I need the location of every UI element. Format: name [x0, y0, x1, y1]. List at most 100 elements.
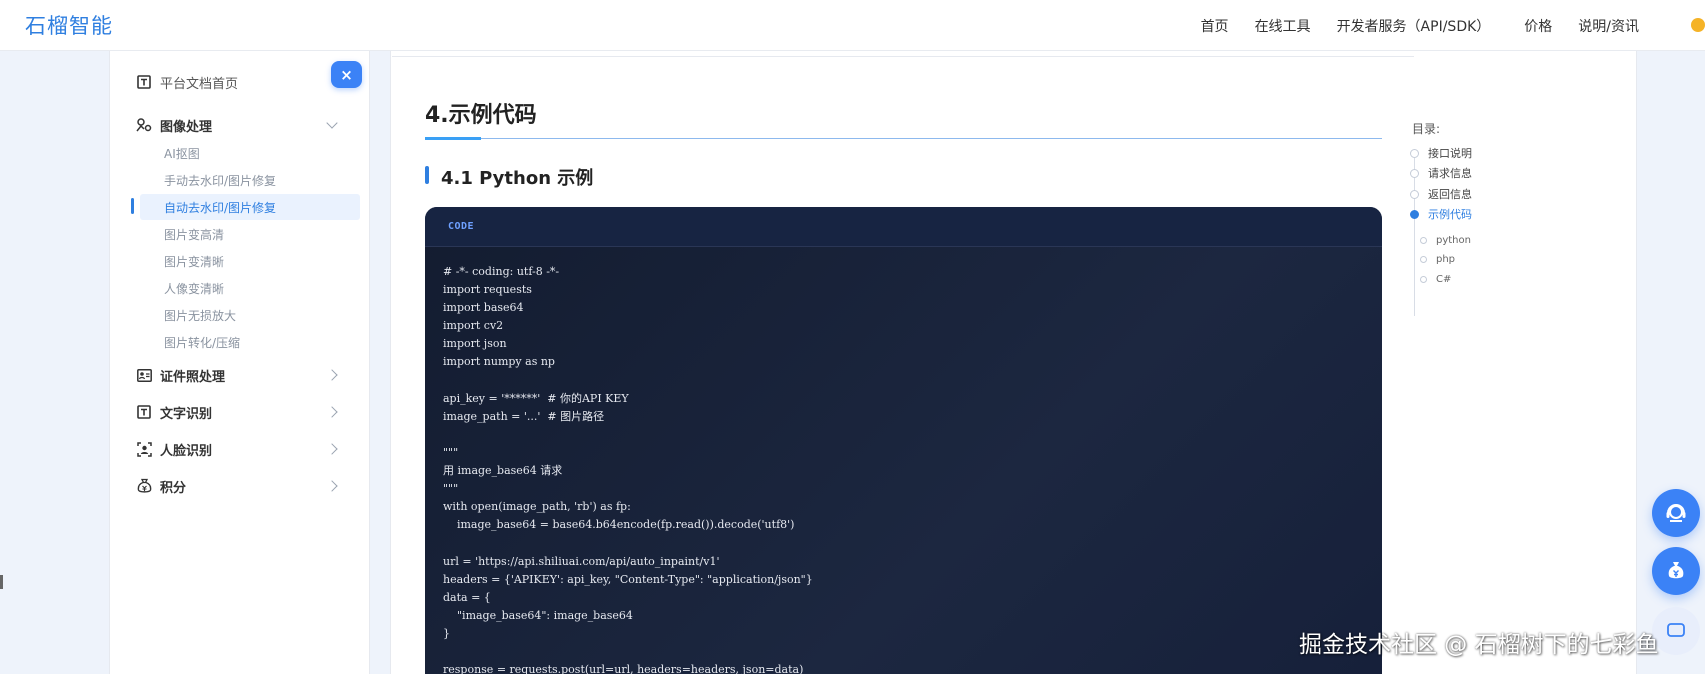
code-line: image_base64 = base64.b64encode(fp.read(… [443, 518, 795, 532]
nav-online-tools[interactable]: 在线工具 [1255, 16, 1311, 36]
code-line: """ [443, 445, 459, 459]
sidebar-group-ocr[interactable]: 文字识别 [110, 398, 371, 426]
section-underline [425, 138, 1382, 139]
active-item-indicator [131, 198, 134, 214]
toc-sub-php[interactable]: php [1420, 251, 1456, 267]
code-line: import cv2 [443, 319, 504, 333]
toc-item-label: 请求信息 [1428, 167, 1472, 180]
subsection-marker [425, 166, 429, 184]
code-line: "image_base64": image_base64 [443, 608, 633, 622]
recharge-button[interactable] [1652, 547, 1700, 595]
code-line: # -*- coding: utf-8 -*- [443, 265, 560, 278]
docs-sidebar: × 平台文档首页 图像处理 AI抠图 手动去水印/图片修复 自动去水印/图片修复… [109, 51, 370, 674]
sidebar-group-face[interactable]: 人脸识别 [110, 435, 371, 463]
code-language-tag: CODE [448, 221, 475, 232]
sidebar-sub-ai-cutout[interactable]: AI抠图 [140, 140, 360, 166]
code-line: with open(image_path, 'rb') as fp: [443, 500, 631, 514]
brand-logo[interactable]: 石榴智能 [25, 10, 113, 40]
code-line: } [443, 626, 450, 640]
section-title: 4.示例代码 [425, 103, 537, 128]
toc-dot-icon [1420, 236, 1427, 244]
money-bag-icon [136, 478, 152, 494]
toc-dot-icon [1410, 209, 1419, 219]
code-text[interactable]: # -*- coding: utf-8 -*- import requests im… [425, 247, 1382, 674]
money-bag-icon [1668, 562, 1684, 579]
sidebar-group-image-label: 图像处理 [160, 119, 213, 135]
toc-dot-icon [1420, 255, 1427, 263]
page-edge-mark [0, 575, 3, 589]
chat-icon [1667, 623, 1685, 637]
customer-service-button[interactable] [1652, 489, 1700, 537]
sidebar-group-ocr-label: 文字识别 [160, 406, 213, 422]
toc-dot-icon [1410, 148, 1419, 158]
code-block-header: CODE [425, 207, 1382, 247]
headset-icon [1666, 504, 1686, 522]
id-card-icon [136, 367, 152, 383]
chevron-right-icon [326, 406, 338, 418]
watermark-text: 掘金技术社区 @ 石榴树下的七彩鱼 [1299, 632, 1659, 658]
toc-sub-label: php [1436, 253, 1456, 265]
sidebar-sub-convert[interactable]: 图片转化/压缩 [140, 329, 360, 355]
toc-item-label: 返回信息 [1428, 188, 1472, 201]
nav-home[interactable]: 首页 [1201, 16, 1229, 36]
sidebar-group-idphoto[interactable]: 证件照处理 [110, 361, 371, 389]
toc-dot-icon [1410, 168, 1419, 178]
divider [392, 56, 1414, 57]
code-line: response = requests.post(url=url, header… [443, 663, 804, 674]
toc-item-label: 接口说明 [1428, 147, 1472, 160]
sidebar-group-points[interactable]: 积分 [110, 472, 371, 500]
toc-sub-label: C# [1436, 273, 1452, 285]
sidebar-sub-sharpen[interactable]: 图片变清晰 [140, 248, 360, 274]
toc-item-response[interactable]: 返回信息 [1410, 186, 1472, 202]
code-line: headers = {'APIKEY': api_key, "Content-T… [443, 572, 813, 586]
code-line: import base64 [443, 301, 524, 315]
sidebar-item-home[interactable]: 平台文档首页 [110, 68, 371, 96]
code-line: """ [443, 482, 459, 496]
toc-item-examples[interactable]: 示例代码 [1410, 206, 1472, 222]
toc-item-api-desc[interactable]: 接口说明 [1410, 145, 1472, 161]
sidebar-sub-hd[interactable]: 图片变高清 [140, 221, 360, 247]
code-line: url = 'https://api.shiliuai.com/api/auto… [443, 554, 720, 568]
code-line: data = { [443, 590, 491, 604]
chevron-right-icon [326, 480, 338, 492]
text-recognition-icon [136, 404, 152, 420]
chevron-right-icon [326, 443, 338, 455]
toc-dot-icon [1420, 275, 1427, 283]
face-scan-icon [136, 441, 152, 457]
toc-dot-icon [1410, 189, 1419, 199]
nav-docs-news[interactable]: 说明/资讯 [1578, 16, 1639, 36]
nav-pricing[interactable]: 价格 [1524, 16, 1552, 36]
text-doc-icon [136, 74, 152, 90]
code-line: import json [443, 337, 507, 351]
subsection-title: 4.1 Python 示例 [441, 168, 594, 189]
sidebar-sub-auto-watermark[interactable]: 自动去水印/图片修复 [140, 194, 360, 220]
sidebar-group-image[interactable]: 图像处理 [110, 111, 371, 139]
code-line: import numpy as np [443, 355, 555, 369]
sidebar-group-idphoto-label: 证件照处理 [160, 369, 226, 385]
toc-sub-python[interactable]: python [1420, 232, 1471, 248]
nav-developer-services[interactable]: 开发者服务（API/SDK） [1337, 16, 1491, 36]
toc-item-request[interactable]: 请求信息 [1410, 165, 1472, 181]
code-line: api_key = '******' # 你的API KEY [443, 391, 629, 405]
user-avatar-icon[interactable] [1687, 16, 1705, 36]
nav-links: 首页 在线工具 开发者服务（API/SDK） 价格 说明/资讯 [1175, 0, 1705, 51]
toc-item-label: 示例代码 [1428, 208, 1472, 221]
code-line: import requests [443, 283, 532, 297]
sidebar-sub-portrait[interactable]: 人像变清晰 [140, 275, 360, 301]
table-of-contents: 目录: 接口说明 请求信息 返回信息 示例代码 python php C# [1410, 120, 1582, 316]
sidebar-group-face-label: 人脸识别 [160, 443, 213, 459]
more-button[interactable] [1652, 607, 1700, 655]
top-navbar: 石榴智能 首页 在线工具 开发者服务（API/SDK） 价格 说明/资讯 [0, 0, 1705, 51]
sidebar-sub-manual-watermark[interactable]: 手动去水印/图片修复 [140, 167, 360, 193]
chevron-right-icon [326, 369, 338, 381]
sidebar-sub-upscale[interactable]: 图片无损放大 [140, 302, 360, 328]
code-line: 用 image_base64 请求 [443, 464, 563, 478]
sidebar-group-points-label: 积分 [160, 480, 187, 496]
toc-sub-csharp[interactable]: C# [1420, 271, 1452, 287]
toc-rail [1414, 158, 1415, 316]
code-line: image_path = '...' # 图片路径 [443, 409, 605, 423]
code-block[interactable]: CODE # -*- coding: utf-8 -*- import reque… [425, 207, 1382, 674]
